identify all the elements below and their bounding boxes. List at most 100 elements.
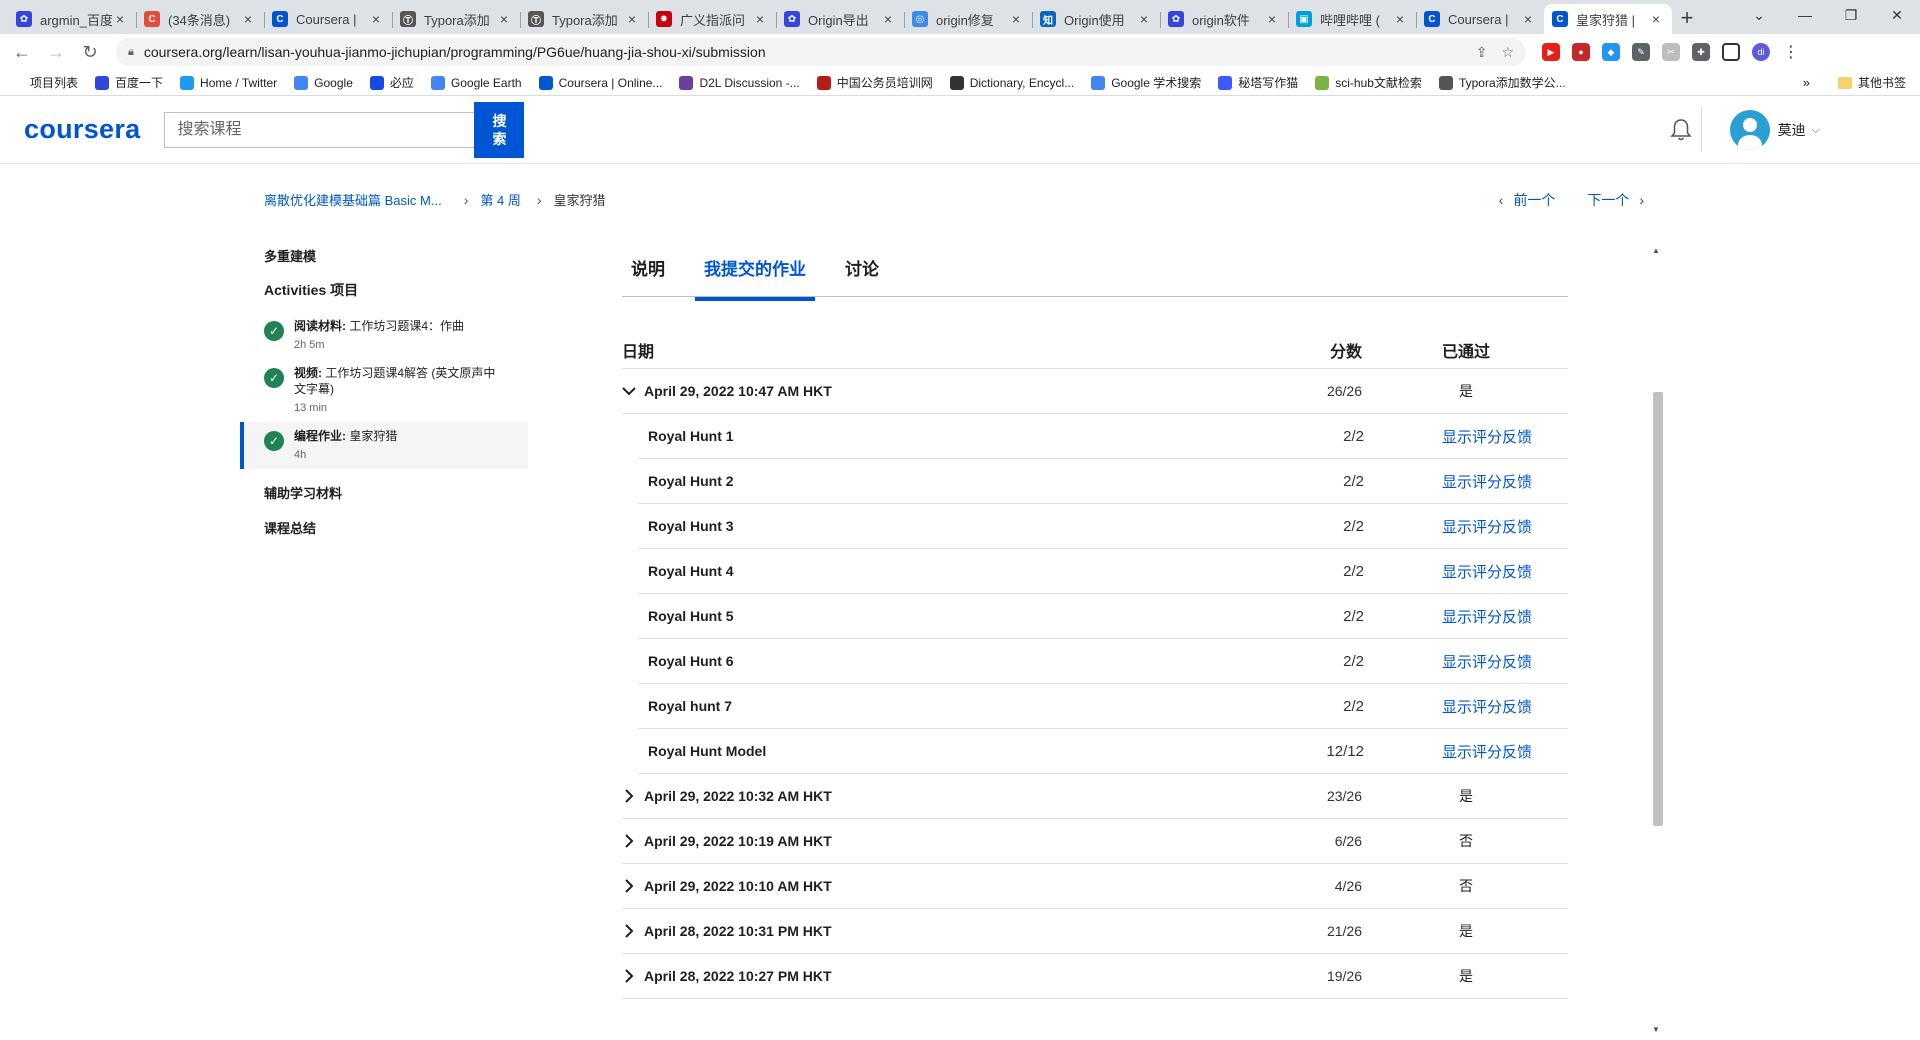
close-icon[interactable]: × (1264, 11, 1280, 27)
close-window-button[interactable]: ✕ (1874, 0, 1920, 34)
breadcrumb-week[interactable]: 第 4 周 (480, 190, 520, 209)
close-icon[interactable]: × (1648, 11, 1664, 27)
close-icon[interactable]: × (624, 11, 640, 27)
user-avatar[interactable] (1729, 110, 1770, 150)
activity-item[interactable]: ✓ 编程作业: 皇家狩猎 4h (240, 422, 528, 469)
bookmark-item[interactable]: 秘塔写作猫 (1218, 74, 1298, 91)
show-feedback-link[interactable]: 显示评分反馈 (1442, 564, 1532, 581)
profile-avatar-icon[interactable]: di (1752, 43, 1770, 61)
scroll-up-icon[interactable]: ▲ (1652, 246, 1660, 255)
bookmark-item[interactable]: sci-hub文献检索 (1315, 74, 1422, 91)
menu-kebab-icon[interactable]: ⋮ (1782, 43, 1800, 61)
chevron-right-icon[interactable] (622, 924, 636, 938)
close-icon[interactable]: × (1520, 11, 1536, 27)
show-feedback-link[interactable]: 显示评分反馈 (1442, 474, 1532, 491)
browser-tab[interactable]: ▣ 哔哩哔哩 (× (1288, 4, 1416, 34)
lock-icon[interactable]: 🔒︎ (128, 46, 134, 59)
user-name[interactable]: 莫迪 (1778, 120, 1806, 140)
bookmark-item[interactable]: Home / Twitter (180, 74, 277, 91)
bookmark-item[interactable]: 项目列表 (30, 74, 78, 91)
browser-tab[interactable]: Ⓣ Typora添加 × (392, 4, 520, 34)
share-icon[interactable]: ⇪ (1476, 44, 1488, 61)
chevron-down-icon[interactable]: ⌵ (1812, 124, 1820, 137)
activity-item[interactable]: ✓ 视频: 工作坊习题课4解答 (英文原声中文字幕) 13 min (240, 359, 528, 422)
bookmark-item[interactable]: Google Earth (430, 74, 522, 91)
user-menu[interactable]: 莫迪 ⌵ (1729, 110, 1820, 150)
chevron-down-icon[interactable] (622, 386, 636, 396)
tab-discussions[interactable]: 讨论 (836, 248, 888, 296)
browser-tab[interactable]: C Coursera | × (264, 4, 392, 34)
close-icon[interactable]: × (1392, 11, 1408, 27)
submission-row[interactable]: April 29, 2022 10:19 AM HKT 6/26 否 (622, 819, 1568, 864)
tab-my-submission[interactable]: 我提交的作业 (695, 248, 815, 301)
scrollbar-thumb[interactable] (1653, 392, 1663, 826)
show-feedback-link[interactable]: 显示评分反馈 (1442, 609, 1532, 626)
browser-tab[interactable]: 知 Origin使用 × (1032, 4, 1160, 34)
chevron-right-icon[interactable] (622, 789, 636, 803)
bookmark-item[interactable]: D2L Discussion -... (679, 74, 800, 91)
browser-tab[interactable]: C Coursera | × (1416, 4, 1544, 34)
browser-tab[interactable]: ◎ origin修复 × (904, 4, 1032, 34)
close-icon[interactable]: × (496, 11, 512, 27)
close-icon[interactable]: × (368, 11, 384, 27)
bookmark-item[interactable]: 百度一下 (95, 74, 163, 91)
chevron-right-icon[interactable] (622, 969, 636, 983)
bell-icon[interactable] (1670, 118, 1692, 142)
bookmark-item[interactable]: Typora添加数学公... (1438, 74, 1566, 91)
browser-tab[interactable]: Ⓣ Typora添加 × (520, 4, 648, 34)
search-button[interactable]: 搜索 (474, 101, 525, 158)
browser-tab[interactable]: C (34条消息) × (136, 4, 264, 34)
chevron-right-icon[interactable] (622, 879, 636, 893)
close-icon[interactable]: × (112, 11, 128, 27)
reload-icon[interactable]: ↻ (76, 38, 104, 66)
browser-tab[interactable]: ✿ argmin_百度 × (8, 4, 136, 34)
breadcrumb-course[interactable]: 离散优化建模基础篇 Basic M... (264, 190, 442, 209)
submission-row[interactable]: April 29, 2022 10:10 AM HKT 4/26 否 (622, 864, 1568, 909)
extension-icon[interactable]: ● (1572, 43, 1590, 61)
bookmark-item[interactable]: 必应 (369, 74, 414, 91)
back-icon[interactable]: ← (8, 38, 36, 66)
scroll-down-icon[interactable]: ▼ (1652, 1025, 1660, 1034)
show-feedback-link[interactable]: 显示评分反馈 (1442, 519, 1532, 536)
browser-tab[interactable]: ✿ origin软件 × (1160, 4, 1288, 34)
search-input[interactable] (164, 111, 475, 148)
youtube-extension-icon[interactable]: ▶ (1542, 43, 1560, 61)
browser-tab[interactable]: ✸ 广义指派问 × (648, 4, 776, 34)
prev-item-link[interactable]: ‹ 前一个 (1499, 190, 1556, 210)
page-scrollbar[interactable]: ▲ ▼ (1650, 244, 1664, 1036)
forward-icon[interactable]: → (42, 38, 70, 66)
close-icon[interactable]: × (240, 11, 256, 27)
bookmark-item[interactable]: Google 学术搜索 (1091, 74, 1201, 91)
close-icon[interactable]: × (752, 11, 768, 27)
show-feedback-link[interactable]: 显示评分反馈 (1442, 699, 1532, 716)
bookmark-item[interactable]: 中国公务员培训网 (816, 74, 933, 91)
extension-icon[interactable]: ◆ (1602, 43, 1620, 61)
next-item-link[interactable]: 下一个 › (1587, 190, 1644, 210)
show-feedback-link[interactable]: 显示评分反馈 (1442, 744, 1532, 761)
close-icon[interactable]: × (880, 11, 896, 27)
restore-button[interactable]: ❐ (1828, 0, 1874, 34)
sidepanel-icon[interactable] (1722, 43, 1740, 61)
sidebar-link-summary[interactable]: 课程总结 (240, 518, 528, 537)
minimize-button[interactable]: — (1782, 0, 1828, 34)
other-bookmarks[interactable]: 其他书签 (1837, 74, 1906, 91)
bookmark-item[interactable]: Google (294, 74, 353, 91)
bookmark-item[interactable]: Dictionary, Encycl... (949, 74, 1074, 91)
sidebar-link-supplementary[interactable]: 辅助学习材料 (240, 483, 528, 502)
submission-row[interactable]: April 28, 2022 10:27 PM HKT 19/26 是 (622, 954, 1568, 999)
new-tab-button[interactable]: + (1672, 4, 1702, 34)
url-text[interactable]: coursera.org/learn/lisan-youhua-jianmo-j… (144, 44, 1462, 60)
bookmark-star-icon[interactable]: ☆ (1501, 44, 1514, 61)
submission-row[interactable]: April 28, 2022 10:31 PM HKT 21/26 是 (622, 909, 1568, 954)
show-feedback-link[interactable]: 显示评分反馈 (1442, 429, 1532, 446)
show-feedback-link[interactable]: 显示评分反馈 (1442, 654, 1532, 671)
bookmark-item[interactable]: Coursera | Online... (538, 74, 662, 91)
browser-tab[interactable]: ✿ Origin导出 × (776, 4, 904, 34)
coursera-logo[interactable]: coursera (24, 114, 140, 145)
address-bar[interactable]: 🔒︎ coursera.org/learn/lisan-youhua-jianm… (116, 38, 1526, 66)
submission-row[interactable]: April 29, 2022 10:32 AM HKT 23/26 是 (622, 774, 1568, 819)
module-title[interactable]: 多重建模 (240, 246, 528, 265)
chevron-right-icon[interactable] (622, 834, 636, 848)
submission-row-expanded[interactable]: April 29, 2022 10:47 AM HKT 26/26 是 (622, 369, 1568, 414)
activity-item[interactable]: ✓ 阅读材料: 工作坊习题课4：作曲 2h 5m (240, 312, 528, 359)
